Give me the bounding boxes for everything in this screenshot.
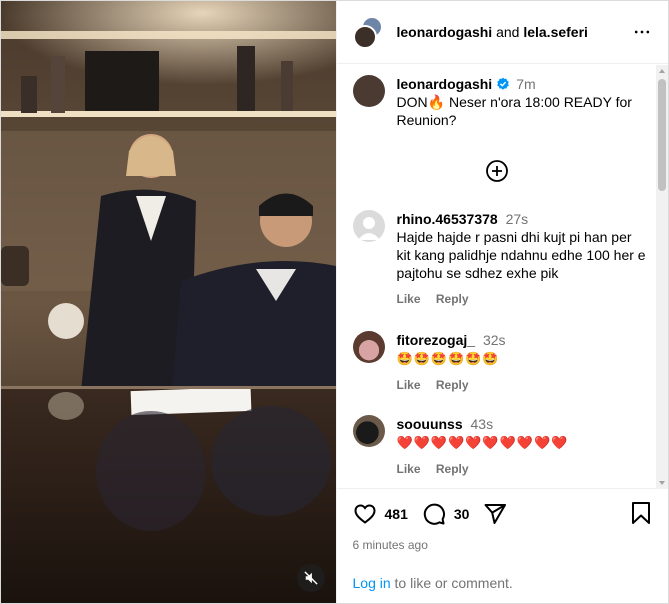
post-timestamp: 6 minutes ago bbox=[352, 538, 428, 552]
post-footer: 481 30 6 minutes ago bbox=[337, 490, 669, 552]
like-comment-button[interactable]: Like bbox=[397, 462, 421, 476]
comment-text: Hajde hajde r pasni dhi kujt pi han per … bbox=[396, 229, 646, 281]
comments-count[interactable]: 30 bbox=[454, 506, 470, 522]
comment-item: fitorezogaj_ 32s 🤩🤩🤩🤩🤩🤩 Like Reply bbox=[352, 331, 649, 392]
comments-list[interactable]: leonardogashi 7m DON🔥 Neser n'ora 18:00 … bbox=[336, 65, 668, 489]
login-link[interactable]: Log in bbox=[353, 575, 391, 591]
save-button[interactable] bbox=[630, 501, 652, 528]
comment-username[interactable]: fitorezogaj_ bbox=[397, 332, 476, 348]
collab-title: leonardogashi and lela.seferi bbox=[397, 24, 631, 40]
avatar bbox=[352, 25, 377, 49]
video-frame bbox=[1, 1, 336, 603]
fire-emoji-icon: 🔥 bbox=[427, 94, 446, 110]
comment-username[interactable]: rhino.46537378 bbox=[397, 211, 498, 227]
header-connector: and bbox=[496, 24, 520, 40]
login-prompt: Log in to like or comment. bbox=[353, 575, 513, 591]
action-bar: 481 30 bbox=[353, 490, 653, 538]
like-comment-button[interactable]: Like bbox=[397, 292, 421, 306]
comment-button[interactable] bbox=[422, 502, 446, 526]
comment-time: 43s bbox=[470, 416, 494, 432]
share-button[interactable] bbox=[483, 502, 507, 526]
comment-actions: Like Reply bbox=[397, 292, 649, 306]
comment-icon bbox=[423, 503, 445, 525]
scroll-down-arrow-icon[interactable] bbox=[659, 481, 665, 485]
likes-count[interactable]: 481 bbox=[385, 506, 408, 522]
avatar[interactable] bbox=[352, 415, 385, 447]
comment-actions: Like Reply bbox=[397, 462, 569, 476]
header-username-1[interactable]: leonardogashi bbox=[397, 24, 493, 40]
bookmark-icon bbox=[632, 501, 650, 524]
comment-actions: Like Reply bbox=[397, 378, 506, 392]
reply-button[interactable]: Reply bbox=[436, 378, 469, 392]
caption-time: 7m bbox=[516, 76, 536, 92]
post-video[interactable] bbox=[1, 1, 336, 603]
header-username-2[interactable]: lela.seferi bbox=[523, 24, 588, 40]
comment-text: ❤️❤️❤️❤️❤️❤️❤️❤️❤️❤️ bbox=[396, 435, 569, 450]
post-caption: leonardogashi 7m DON🔥 Neser n'ora 18:00 … bbox=[352, 75, 649, 129]
avatar[interactable] bbox=[352, 331, 385, 363]
post-modal: leonardogashi and lela.seferi leonardoga… bbox=[0, 0, 669, 604]
comment-item: rhino.46537378 27s Hajde hajde r pasni d… bbox=[352, 210, 649, 306]
post-panel: leonardogashi and lela.seferi leonardoga… bbox=[335, 1, 669, 603]
comment-time: 27s bbox=[505, 211, 529, 227]
default-avatar-icon bbox=[357, 217, 380, 240]
mute-button[interactable] bbox=[297, 564, 325, 592]
more-options-button[interactable] bbox=[630, 20, 654, 44]
scroll-up-arrow-icon[interactable] bbox=[659, 69, 665, 73]
share-icon bbox=[484, 504, 507, 524]
mute-icon bbox=[304, 571, 318, 585]
comment-time: 32s bbox=[482, 332, 506, 348]
comment-item: soouunss 43s ❤️❤️❤️❤️❤️❤️❤️❤️❤️❤️ Like R… bbox=[352, 415, 649, 476]
scrollbar-thumb[interactable] bbox=[658, 79, 666, 191]
like-comment-button[interactable]: Like bbox=[397, 378, 421, 392]
reply-button[interactable]: Reply bbox=[436, 462, 469, 476]
comment-username[interactable]: soouunss bbox=[397, 416, 463, 432]
more-horizontal-icon bbox=[634, 30, 650, 34]
comments-scrollbar[interactable] bbox=[656, 65, 668, 489]
caption-username[interactable]: leonardogashi bbox=[397, 76, 493, 92]
comment-text: 🤩🤩🤩🤩🤩🤩 bbox=[396, 351, 500, 366]
caption-text-part1: DON bbox=[396, 94, 428, 110]
verified-badge-icon bbox=[497, 77, 509, 90]
reply-button[interactable]: Reply bbox=[436, 292, 469, 306]
login-prompt-text: to like or comment. bbox=[390, 575, 513, 591]
post-header: leonardogashi and lela.seferi bbox=[336, 1, 668, 64]
add-circle-icon bbox=[485, 160, 508, 182]
like-button[interactable] bbox=[353, 502, 377, 526]
caption-body: leonardogashi 7m DON🔥 Neser n'ora 18:00 … bbox=[397, 75, 649, 129]
avatar[interactable] bbox=[352, 75, 385, 107]
avatar[interactable] bbox=[352, 210, 385, 242]
heart-icon bbox=[353, 504, 376, 524]
load-more-comments-button[interactable] bbox=[485, 159, 509, 183]
collab-avatars[interactable] bbox=[352, 16, 385, 49]
